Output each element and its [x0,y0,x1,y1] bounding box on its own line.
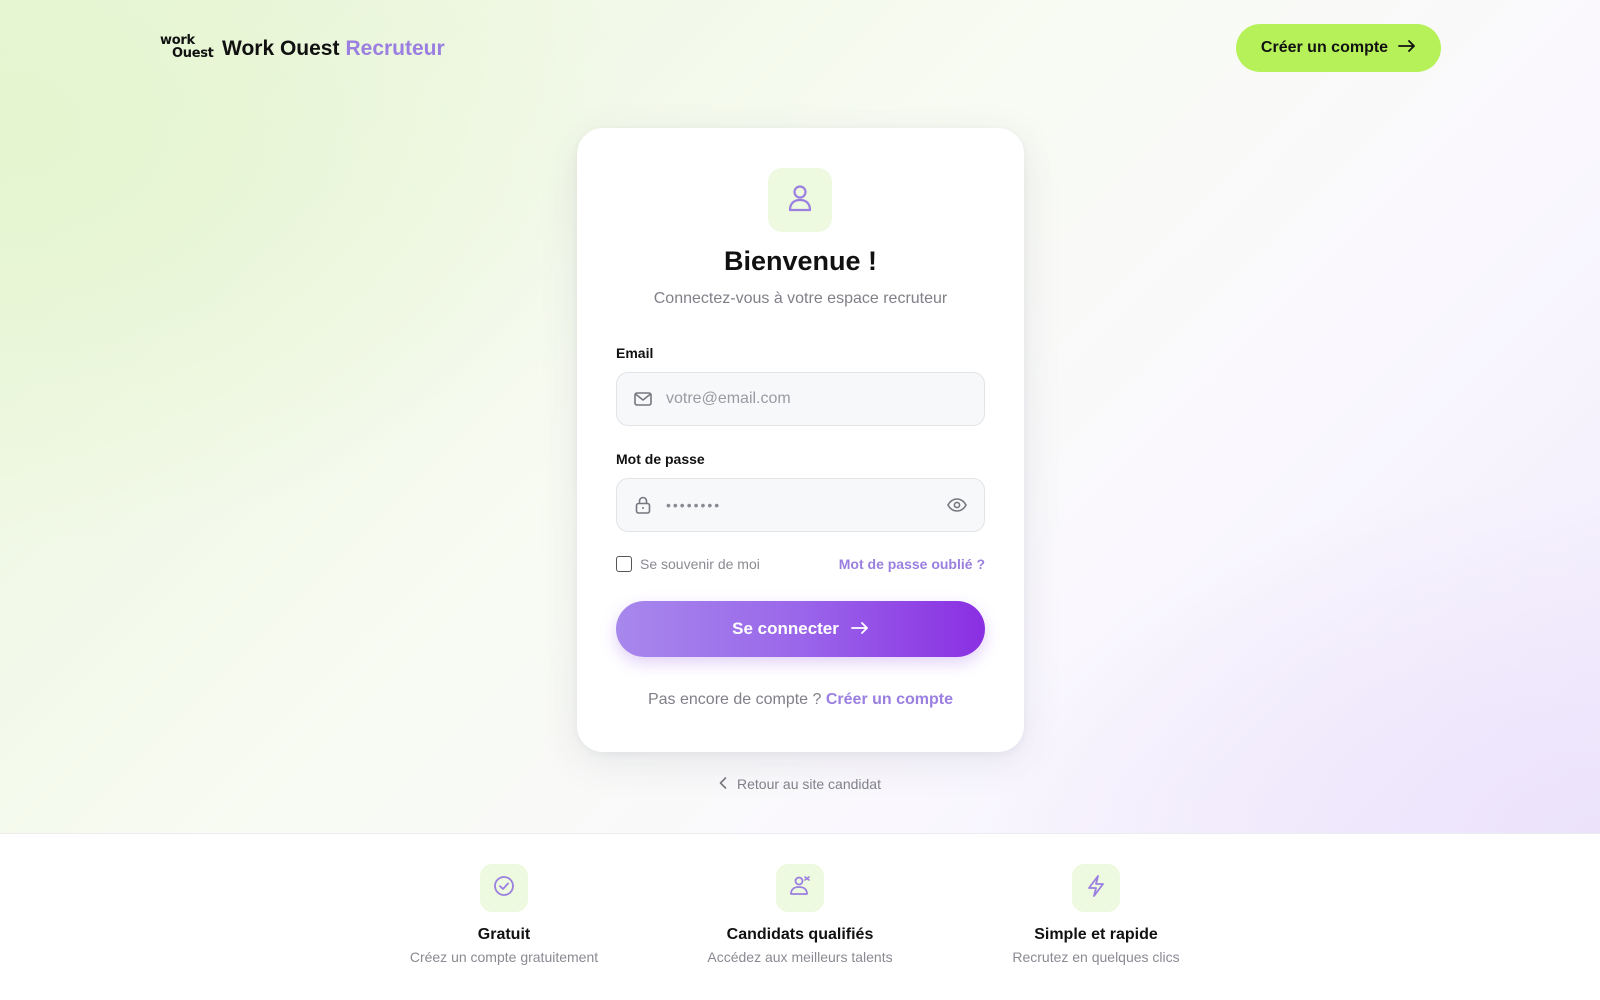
signup-link[interactable]: Créer un compte [826,691,953,708]
feature-free: Gratuit Créez un compte gratuitement [374,864,634,965]
logo-line-2: Ouest [172,46,214,61]
remember-label: Se souvenir de moi [640,556,760,572]
create-account-button[interactable]: Créer un compte [1236,24,1441,72]
page-subtitle: Connectez-vous à votre espace recruteur [653,290,948,307]
feature-icon-box [480,864,528,912]
login-card: Bienvenue ! Connectez-vous à votre espac… [577,128,1024,752]
feature-desc: Créez un compte gratuitement [409,949,599,965]
brand-name: Work Ouest [222,37,340,60]
user-icon-box [768,168,832,232]
password-label: Mot de passe [616,451,705,467]
login-button-label: Se connecter [732,619,839,638]
feature-qualified-candidates: Candidats qualifiés Accédez aux meilleur… [670,864,930,965]
arrow-right-icon [1398,39,1416,57]
email-input[interactable] [666,373,984,425]
back-to-candidate-site-link[interactable]: Retour au site candidat [719,776,881,792]
forgot-password-link[interactable]: Mot de passe oublié ? [839,556,985,572]
chevron-left-icon [719,776,727,792]
feature-icon-box [1072,864,1120,912]
signup-prompt-text: Pas encore de compte ? [647,691,822,708]
remember-me[interactable]: Se souvenir de moi [616,556,760,572]
back-link-label: Retour au site candidat [737,776,881,792]
check-circle-icon [493,875,515,902]
signup-prompt: Pas encore de compte ? Créer un compte [577,691,1024,709]
feature-icon-box [776,864,824,912]
users-icon [788,875,812,902]
eye-icon[interactable] [946,494,968,516]
page-title: Bienvenue ! [723,246,878,276]
brand[interactable]: work Ouest Work Ouest Recruteur [160,33,445,65]
user-icon [786,183,814,218]
password-input[interactable]: •••••••• [666,497,946,513]
mail-icon [633,389,653,409]
brand-title: Work Ouest Recruteur [222,37,445,61]
lock-icon [633,495,653,515]
remember-checkbox[interactable] [616,556,632,572]
back-link-row: Retour au site candidat [0,776,1600,792]
create-account-label: Créer un compte [1260,39,1389,56]
feature-title: Candidats qualifiés [726,926,874,943]
feature-desc: Recrutez en quelques clics [1012,949,1180,965]
brand-accent: Recruteur [345,37,445,60]
features-section: Gratuit Créez un compte gratuitement Can… [0,864,1600,984]
email-field[interactable] [616,372,985,426]
email-label: Email [616,345,654,361]
feature-desc: Accédez aux meilleurs talents [707,949,893,965]
feature-simple-fast: Simple et rapide Recrutez en quelques cl… [966,864,1226,965]
password-field[interactable]: •••••••• [616,478,985,532]
lightning-icon [1086,874,1106,902]
arrow-right-icon [850,619,869,639]
feature-title: Gratuit [477,926,531,943]
logo: work Ouest [160,34,214,64]
feature-title: Simple et rapide [1034,926,1158,943]
login-button[interactable]: Se connecter [616,601,985,657]
